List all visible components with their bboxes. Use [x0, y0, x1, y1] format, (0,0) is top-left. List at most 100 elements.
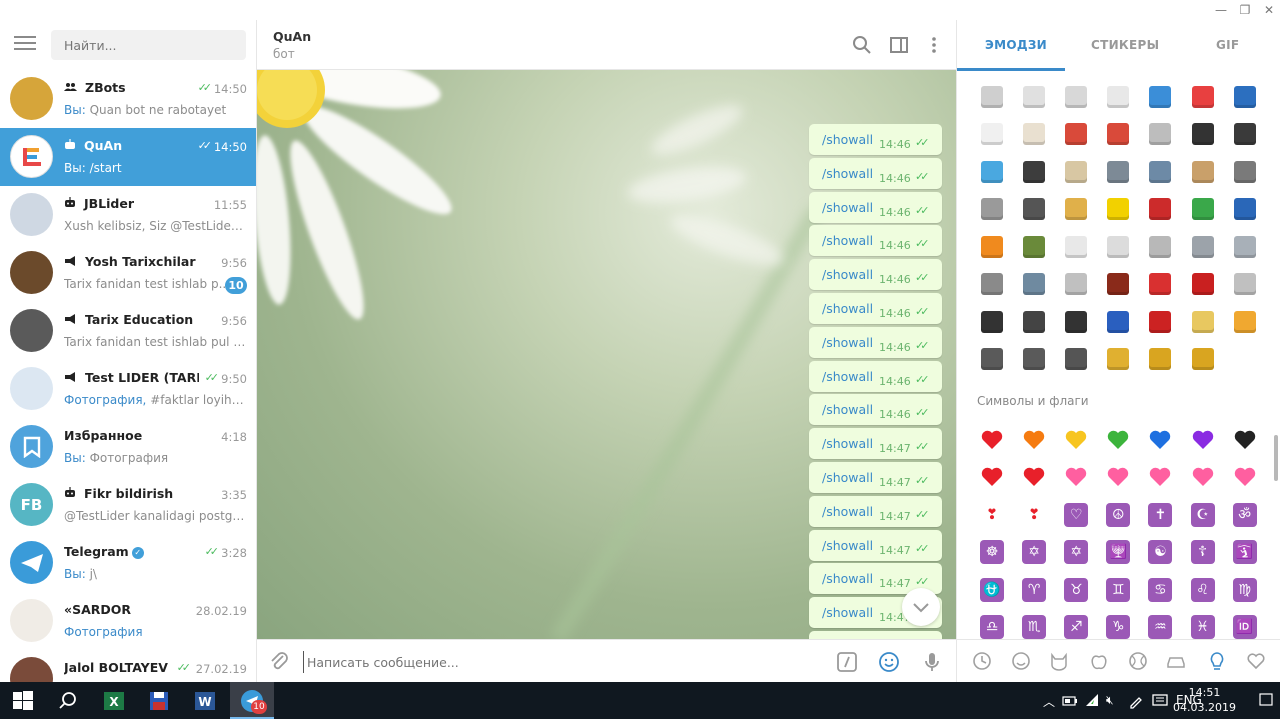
emoji-symbol[interactable]: ☯	[1139, 534, 1181, 572]
emoji-symbol[interactable]: 🛐	[1224, 534, 1266, 572]
emoji-scrollbar[interactable]	[1274, 435, 1278, 481]
emoji-object-icon[interactable]	[1181, 266, 1223, 304]
tab-stickers[interactable]: СТИКЕРЫ	[1091, 38, 1159, 52]
chat-item[interactable]: JBLider 11:55 Xush kelibsiz, Siz @TestLide…	[0, 186, 256, 244]
message-text[interactable]: /showall	[822, 267, 873, 282]
message-text[interactable]: /showall	[822, 166, 873, 181]
emoji-heart[interactable]	[1139, 459, 1181, 497]
emoji-object-icon[interactable]	[1181, 341, 1223, 379]
chat-item[interactable]: ZBots 14:50 ✓✓ Вы: Quan bot ne rabotayet	[0, 70, 256, 128]
emoji-symbol[interactable]: ♉	[1055, 571, 1097, 609]
symbols-icon[interactable]	[1245, 650, 1267, 672]
chat-title[interactable]: QuAn	[273, 29, 311, 44]
emoji-symbol[interactable]: ✡	[1013, 534, 1055, 572]
battery-icon[interactable]	[1062, 694, 1078, 708]
emoji-symbol[interactable]: ♡	[1055, 496, 1097, 534]
sidebar-toggle-icon[interactable]	[888, 34, 910, 56]
tray-chevron-icon[interactable]: ︿	[1043, 693, 1055, 710]
emoji-object-icon[interactable]	[1055, 303, 1097, 341]
emoji-symbol[interactable]: ☪	[1181, 496, 1223, 534]
message-text[interactable]: /showall	[822, 301, 873, 316]
emoji-object-icon[interactable]	[1055, 266, 1097, 304]
emoji-heart[interactable]	[1139, 421, 1181, 459]
emoji-object-icon[interactable]	[971, 303, 1013, 341]
message-bubble[interactable]: /showall 14:47 ✓✓	[809, 495, 942, 527]
message-bubble[interactable]: /showall 14:46 ✓✓	[809, 225, 942, 257]
emoji-heart[interactable]	[1097, 421, 1139, 459]
emoji-object-icon[interactable]	[1224, 78, 1266, 116]
smileys-icon[interactable]	[1010, 650, 1032, 672]
emoji-object-icon[interactable]	[1055, 116, 1097, 154]
pen-icon[interactable]	[1128, 693, 1144, 709]
search-input[interactable]	[51, 30, 246, 60]
excel-icon[interactable]: X	[101, 688, 127, 714]
chat-item[interactable]: Tarix Education 9:56 Tarix fanidan test is…	[0, 302, 256, 360]
tab-emoji[interactable]: ЭМОДЗИ	[985, 38, 1047, 52]
bot-command-icon[interactable]	[835, 650, 859, 674]
message-bubble[interactable]: /showall 14:47 ✓✓	[809, 529, 942, 561]
emoji-object-icon[interactable]	[1055, 341, 1097, 379]
volume-icon[interactable]: 🔇︎	[1106, 693, 1114, 708]
emoji-object-icon[interactable]	[1055, 153, 1097, 191]
emoji-object-icon[interactable]	[1055, 191, 1097, 229]
emoji-symbol[interactable]: ♌	[1181, 571, 1223, 609]
emoji-object-icon[interactable]	[1181, 228, 1223, 266]
emoji-symbol[interactable]: ⛎	[971, 571, 1013, 609]
save-app-icon[interactable]	[146, 688, 172, 714]
animals-icon[interactable]	[1048, 650, 1070, 672]
emoji-heart[interactable]	[971, 421, 1013, 459]
emoji-object-icon[interactable]	[1139, 228, 1181, 266]
message-bubble[interactable]: /showall 14:46 ✓✓	[809, 326, 942, 358]
message-bubble[interactable]: /showall 14:46 ✓✓	[809, 259, 942, 291]
chat-item[interactable]: QuAn 14:50 ✓✓ Вы: /start	[0, 128, 256, 186]
notifications-icon[interactable]	[1258, 691, 1274, 709]
emoji-object-icon[interactable]	[1139, 116, 1181, 154]
emoji-object-icon[interactable]	[1224, 228, 1266, 266]
minimize-button[interactable]: —	[1210, 2, 1232, 18]
microphone-icon[interactable]	[920, 650, 944, 674]
message-input[interactable]	[303, 651, 823, 673]
emoji-object-icon[interactable]	[1181, 303, 1223, 341]
emoji-object-icon[interactable]	[1181, 78, 1223, 116]
emoji-object-icon[interactable]	[1097, 78, 1139, 116]
emoji-symbol[interactable]: ♈	[1013, 571, 1055, 609]
emoji-object-icon[interactable]	[971, 78, 1013, 116]
telegram-taskbar-button[interactable]: 10	[230, 682, 274, 719]
emoji-object-icon[interactable]	[1224, 153, 1266, 191]
emoji-icon[interactable]	[877, 650, 901, 674]
emoji-object-icon[interactable]	[1013, 191, 1055, 229]
emoji-symbol[interactable]: ☸	[971, 534, 1013, 572]
emoji-object-icon[interactable]	[1097, 116, 1139, 154]
emoji-heart[interactable]	[1181, 459, 1223, 497]
emoji-object-icon[interactable]	[1181, 116, 1223, 154]
emoji-object-icon[interactable]	[1139, 303, 1181, 341]
emoji-object-icon[interactable]	[971, 116, 1013, 154]
chat-item[interactable]: «SARDOR 28.02.19 Фотография	[0, 592, 256, 650]
message-bubble[interactable]: /showall 14:46 ✓✓	[809, 191, 942, 223]
message-text[interactable]: /showall	[822, 470, 873, 485]
message-bubble[interactable]: /showall 14:46 ✓✓	[809, 124, 942, 155]
emoji-symbol[interactable]: ❣	[1013, 496, 1055, 534]
emoji-symbol[interactable]: ✡	[1055, 534, 1097, 572]
emoji-object-icon[interactable]	[1224, 116, 1266, 154]
message-text[interactable]: /showall	[822, 335, 873, 350]
emoji-object-icon[interactable]	[1224, 266, 1266, 304]
windows-start-icon[interactable]	[10, 688, 36, 714]
emoji-heart[interactable]	[1097, 459, 1139, 497]
emoji-heart[interactable]	[1224, 421, 1266, 459]
message-text[interactable]: /showall	[822, 233, 873, 248]
emoji-symbol[interactable]: ♋	[1139, 571, 1181, 609]
message-text[interactable]: /showall	[822, 571, 873, 586]
emoji-object-icon[interactable]	[1013, 78, 1055, 116]
emoji-object-icon[interactable]	[1055, 228, 1097, 266]
close-button[interactable]: ✕	[1258, 2, 1280, 18]
emoji-symbol[interactable]: ☮	[1097, 496, 1139, 534]
message-text[interactable]: /showall	[822, 504, 873, 519]
message-text[interactable]: /showall	[822, 402, 873, 417]
emoji-object-icon[interactable]	[1055, 78, 1097, 116]
objects-icon[interactable]	[1206, 650, 1228, 672]
search-icon[interactable]	[851, 34, 873, 56]
hamburger-menu-icon[interactable]	[14, 36, 36, 52]
emoji-symbol[interactable]: ☦	[1181, 534, 1223, 572]
emoji-object-icon[interactable]	[1013, 153, 1055, 191]
